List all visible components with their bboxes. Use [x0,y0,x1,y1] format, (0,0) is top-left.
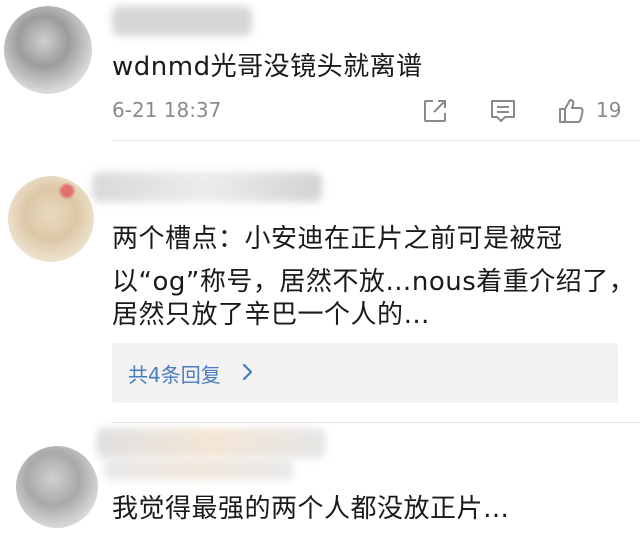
chevron-right-icon [242,363,254,385]
avatar[interactable] [8,176,94,262]
replies-button[interactable]: 共4条回复 [112,343,618,403]
replies-label: 共4条回复 [128,363,221,387]
comment-icon[interactable] [488,96,518,126]
avatar-badge [60,184,74,198]
divider [112,140,640,141]
avatar[interactable] [4,6,92,94]
comment-text: wdnmd光哥没镜头就离谱 [112,52,423,82]
username-blurred[interactable] [112,6,252,36]
divider [112,422,640,423]
username-blurred[interactable] [92,172,322,202]
like-icon[interactable] [556,96,586,126]
username-blurred[interactable] [96,428,326,458]
comment-text-line-3: 居然只放了辛巴一个人的… [112,300,431,330]
comment-text: 我觉得最强的两个人都没放正片… [112,494,510,524]
comment-time: 6-21 18:37 [112,98,222,122]
badge-blurred [104,458,294,480]
share-icon[interactable] [420,96,450,126]
like-count: 19 [596,98,622,122]
avatar[interactable] [16,446,98,528]
comment-meta: 6-21 18:37 19 [112,96,632,126]
comment-text-line-1: 两个槽点：小安迪在正片之前可是被冠 [112,224,563,254]
